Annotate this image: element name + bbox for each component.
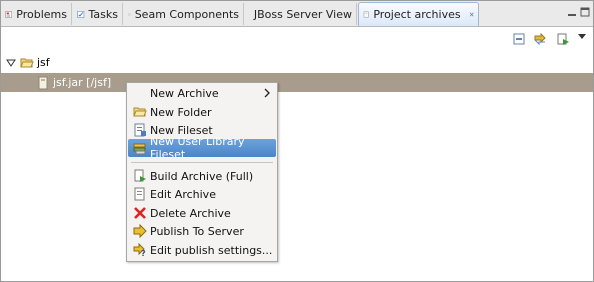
tab-seam-components[interactable]: Seam Components bbox=[124, 3, 244, 25]
svg-text:?: ? bbox=[141, 249, 146, 257]
view-tab-bar: Problems Tasks Seam Components JBoss Ser… bbox=[1, 1, 593, 27]
link-editor-icon[interactable] bbox=[533, 32, 547, 46]
tasks-icon bbox=[77, 10, 85, 18]
view-toolbar bbox=[1, 27, 593, 51]
menu-item-edit-publish-settings[interactable]: ? Edit publish settings... bbox=[128, 241, 276, 259]
collapse-all-icon[interactable] bbox=[512, 32, 526, 46]
menu-item-new-user-library-fileset[interactable]: New User Library Fileset bbox=[128, 135, 276, 161]
minimize-icon[interactable] bbox=[566, 6, 578, 18]
problems-icon bbox=[5, 10, 13, 18]
menu-item-label: New Folder bbox=[150, 105, 212, 119]
tab-label: Tasks bbox=[88, 7, 118, 21]
tab-label: Problems bbox=[16, 7, 67, 21]
menu-item-build-archive[interactable]: Build Archive (Full) bbox=[128, 167, 276, 185]
tree-item-jsf-jar[interactable]: jsf.jar [/jsf] bbox=[1, 73, 593, 92]
folder-icon bbox=[20, 58, 34, 67]
chevron-down-icon[interactable] bbox=[6, 58, 16, 68]
tab-project-archives[interactable]: Project archives bbox=[358, 2, 479, 26]
build-archive-icon bbox=[134, 169, 146, 182]
project-archives-view: Problems Tasks Seam Components JBoss Ser… bbox=[0, 0, 594, 282]
fileset-icon bbox=[134, 123, 146, 137]
tree-item-label: jsf bbox=[37, 56, 50, 69]
archives-tree: jsf jsf.jar [/jsf] bbox=[1, 53, 593, 281]
close-icon[interactable] bbox=[469, 9, 474, 20]
jboss-server-icon bbox=[249, 13, 250, 15]
tab-label: Project archives bbox=[373, 8, 461, 21]
build-icon[interactable] bbox=[556, 32, 570, 46]
menu-item-publish-to-server[interactable]: Publish To Server bbox=[128, 222, 276, 240]
delete-icon bbox=[134, 207, 146, 219]
maximize-icon[interactable] bbox=[579, 6, 591, 18]
menu-item-delete-archive[interactable]: Delete Archive bbox=[128, 204, 276, 222]
menu-item-label: Edit publish settings... bbox=[150, 243, 273, 257]
publish-settings-icon: ? bbox=[133, 243, 146, 257]
publish-icon bbox=[133, 224, 147, 238]
menu-item-new-folder[interactable]: New Folder bbox=[128, 103, 276, 121]
menu-item-new-archive[interactable]: New Archive bbox=[128, 84, 276, 102]
menu-item-label: Build Archive (Full) bbox=[150, 169, 254, 183]
tree-item-label: jsf.jar [/jsf] bbox=[53, 76, 112, 89]
project-archives-icon bbox=[363, 11, 369, 18]
jar-icon bbox=[38, 76, 48, 89]
menu-separator bbox=[131, 162, 273, 163]
tab-jboss-server-view[interactable]: JBoss Server View bbox=[245, 3, 357, 25]
menu-item-label: Edit Archive bbox=[150, 187, 216, 201]
tab-problems[interactable]: Problems bbox=[1, 3, 72, 25]
menu-item-label: New Archive bbox=[150, 86, 219, 100]
tab-label: Seam Components bbox=[134, 7, 239, 21]
menu-item-label: Publish To Server bbox=[150, 224, 244, 238]
user-library-icon bbox=[133, 143, 146, 155]
menu-item-edit-archive[interactable]: Edit Archive bbox=[128, 185, 276, 203]
menu-item-label: Delete Archive bbox=[150, 206, 231, 220]
tab-tasks[interactable]: Tasks bbox=[73, 3, 123, 25]
context-menu: New Archive New Folder New Fileset New U… bbox=[126, 82, 278, 262]
chevron-right-icon bbox=[264, 88, 270, 98]
edit-archive-icon bbox=[134, 187, 145, 201]
tree-item-jsf[interactable]: jsf bbox=[1, 53, 50, 72]
tab-label: JBoss Server View bbox=[253, 7, 352, 21]
view-menu-icon[interactable] bbox=[577, 33, 587, 41]
seam-components-icon bbox=[128, 12, 131, 16]
folder-icon bbox=[133, 107, 147, 117]
menu-item-label: New User Library Fileset bbox=[150, 135, 245, 161]
